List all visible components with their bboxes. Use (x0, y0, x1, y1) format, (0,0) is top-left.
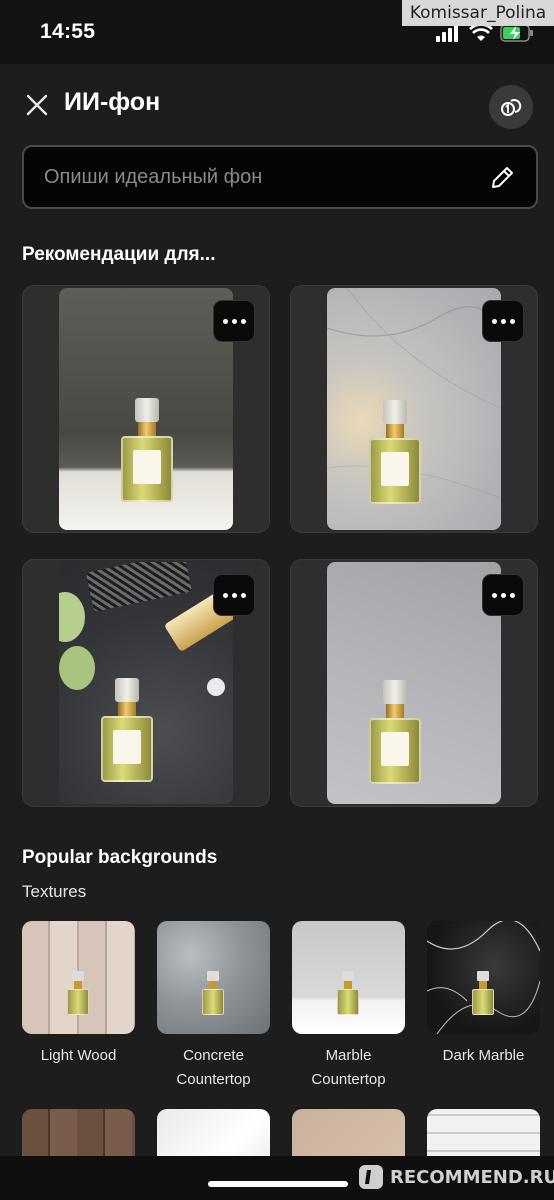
texture-thumbnail (22, 921, 135, 1034)
ai-background-screen: ИИ-фон Рекомендации для... (0, 64, 554, 1156)
perfume-bottle (369, 680, 421, 788)
credits-button[interactable] (489, 85, 533, 129)
recommendations-title: Рекомендации для... (22, 244, 216, 265)
prompt-input[interactable] (44, 147, 464, 207)
wifi-icon (469, 24, 493, 41)
bottom-bar: RECOMMEND.RU (0, 1156, 554, 1200)
perfume-bottle (101, 678, 153, 786)
texture-thumbnail (292, 921, 405, 1034)
more-icon (222, 592, 246, 598)
recommendation-card[interactable] (290, 559, 538, 807)
texture-label: Concrete Countertop (176, 1047, 251, 1088)
texture-dark-marble[interactable]: Dark Marble (427, 921, 540, 1092)
texture-white-brick[interactable] (427, 1109, 540, 1156)
home-indicator[interactable] (208, 1181, 348, 1187)
texture-white-marble[interactable] (157, 1109, 270, 1156)
texture-label: Dark Marble (442, 1047, 525, 1064)
recommendation-card[interactable] (22, 285, 270, 533)
texture-concrete-countertop[interactable]: Concrete Countertop (157, 921, 270, 1092)
more-icon (491, 318, 515, 324)
close-button[interactable] (22, 90, 52, 120)
texture-thumbnail (22, 1109, 135, 1156)
pencil-icon[interactable] (488, 164, 516, 192)
texture-label: Marble Countertop (311, 1047, 386, 1088)
texture-thumbnail (427, 1109, 540, 1156)
texture-light-wood[interactable]: Light Wood (22, 921, 135, 1092)
perfume-bottle (328, 971, 368, 1021)
signal-icon (436, 24, 458, 42)
battery-charging-icon (500, 24, 533, 42)
recommend-logo-icon (359, 1165, 383, 1189)
texture-marble-countertop[interactable]: Marble Countertop (292, 921, 405, 1092)
more-icon (491, 592, 515, 598)
recommendation-image (327, 288, 501, 530)
leaf (59, 592, 85, 642)
status-bar: 14:55 Komissar_Polina (0, 0, 554, 64)
texture-thumbnail (157, 1109, 270, 1156)
texture-thumbnail (157, 921, 270, 1034)
status-icons (436, 24, 534, 42)
header: ИИ-фон (0, 64, 554, 144)
perfume-bottle (58, 971, 98, 1021)
recommendation-image (59, 288, 233, 530)
more-options-button[interactable] (482, 574, 524, 616)
texture-label: Light Wood (40, 1047, 117, 1064)
credits-icon (501, 99, 522, 116)
more-options-button[interactable] (213, 300, 255, 342)
perfume-bottle (193, 971, 233, 1021)
recommendation-image (327, 562, 501, 804)
perfume-bottle (463, 971, 503, 1021)
user-watermark: Komissar_Polina (402, 0, 554, 26)
recommendation-card[interactable] (290, 285, 538, 533)
prompt-field[interactable] (22, 145, 538, 209)
leaf (59, 646, 95, 690)
texture-cracked-plaster[interactable] (292, 1109, 405, 1156)
popular-backgrounds-title: Popular backgrounds (22, 847, 218, 868)
close-icon (26, 94, 48, 116)
perfume-bottle (369, 400, 421, 508)
more-options-button[interactable] (213, 574, 255, 616)
more-options-button[interactable] (482, 300, 524, 342)
texture-thumbnail (292, 1109, 405, 1156)
perfume-bottle (121, 398, 173, 506)
textures-row: Light Wood Concrete Countertop Marble Co… (22, 921, 540, 1092)
recommendation-image (59, 562, 233, 804)
recommendation-card[interactable] (22, 559, 270, 807)
texture-thumbnail (427, 921, 540, 1034)
white-flower (207, 678, 225, 696)
sequin-clutch (85, 562, 193, 612)
textures-row-2 (22, 1109, 540, 1156)
recommend-watermark: RECOMMEND.RU (358, 1164, 554, 1190)
more-icon (222, 318, 246, 324)
status-time: 14:55 (40, 20, 96, 43)
texture-dark-wood[interactable] (22, 1109, 135, 1156)
textures-subtitle: Textures (22, 882, 87, 901)
page-title: ИИ-фон (64, 88, 161, 116)
